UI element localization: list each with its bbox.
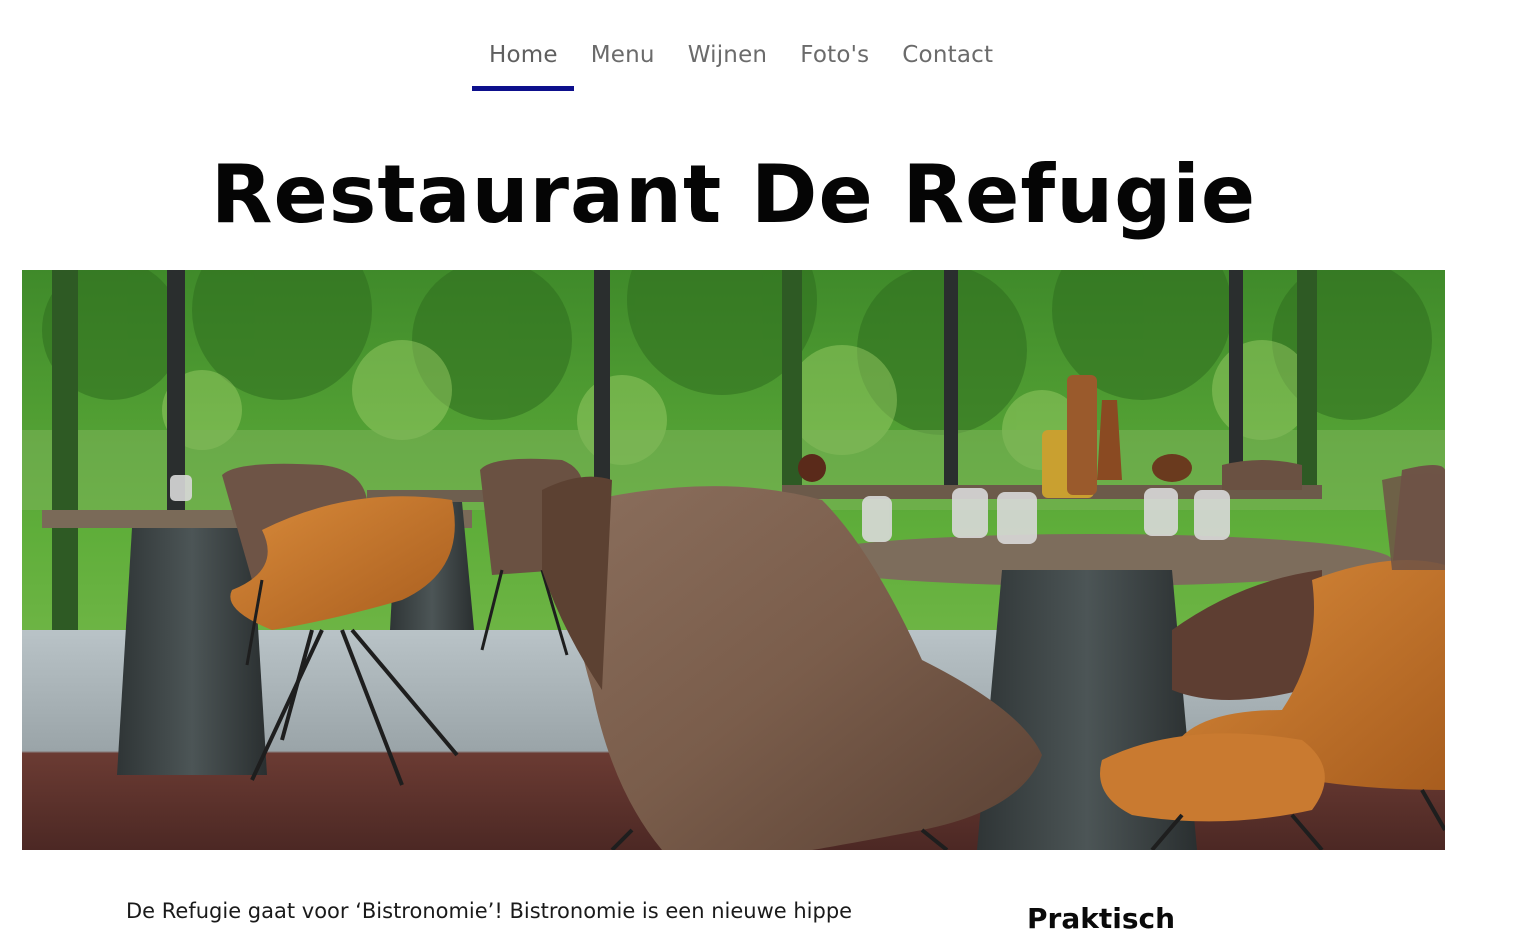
restaurant-interior-photo xyxy=(22,270,1445,850)
sidebar-heading: Praktisch xyxy=(1027,902,1176,935)
hero-image xyxy=(22,270,1445,850)
nav-item-fotos[interactable]: Foto's xyxy=(783,40,885,92)
nav-item-contact[interactable]: Contact xyxy=(885,40,1009,92)
nav-item-wijnen[interactable]: Wijnen xyxy=(671,40,784,92)
nav-item-home[interactable]: Home xyxy=(472,40,574,92)
main-navigation: Home Menu Wijnen Foto's Contact xyxy=(472,40,1009,92)
intro-paragraph: De Refugie gaat voor ‘Bistronomie’! Bist… xyxy=(126,899,853,923)
nav-item-menu[interactable]: Menu xyxy=(574,40,671,92)
page-title: Restaurant De Refugie xyxy=(210,148,1257,241)
